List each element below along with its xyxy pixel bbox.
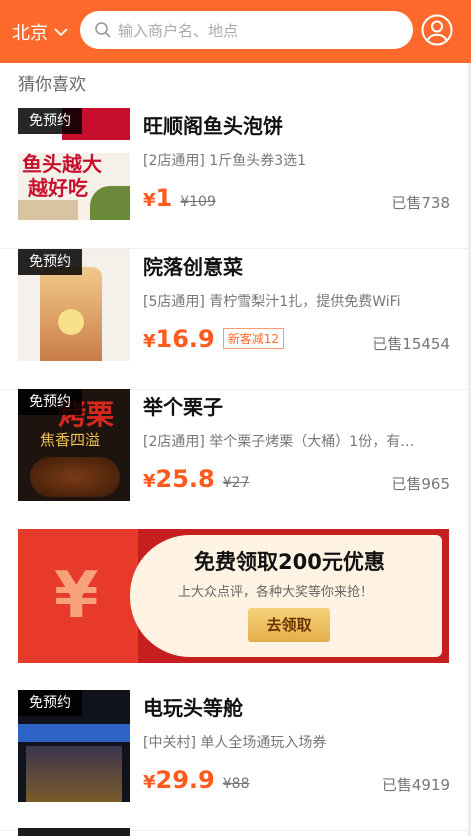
price-line: ¥29.9 ¥88	[143, 766, 249, 794]
price-line: ¥25.8 ¥27	[143, 465, 249, 493]
user-icon[interactable]	[421, 14, 453, 46]
sold-count: 已售15454	[372, 335, 450, 353]
list-item[interactable]: 鱼头越大 越好吃 免预约 旺顺阁鱼头泡饼 [2店通用] 1斤鱼头券3选1 ¥1 …	[0, 108, 468, 249]
yen-icon: ¥	[54, 559, 99, 633]
city-selector[interactable]: 北京	[12, 19, 69, 45]
list-item[interactable]: 免预约 电玩头等舱 [中关村] 单人全场通玩入场券 ¥29.9 ¥88 已售49…	[0, 690, 468, 831]
list-item[interactable]: 烤栗 焦香四溢 免预约 举个栗子 [2店通用] 举个栗子烤栗（大桶）1份，有… …	[0, 389, 468, 529]
deal-thumbnail: 免预约	[18, 249, 130, 361]
sold-count: 已售4919	[381, 776, 450, 794]
original-price: ¥109	[180, 194, 216, 210]
deal-desc: [5店通用] 青柠雪梨汁1扎，提供免费WiFi	[143, 294, 401, 310]
search-placeholder: 输入商户名、地点	[118, 21, 239, 40]
thumb-text: 越好吃	[28, 176, 88, 200]
deal-thumbnail: 烤栗 焦香四溢 免预约	[18, 389, 130, 501]
deal-name: 电玩头等舱	[143, 696, 243, 720]
banner-subtitle: 上大众点评，各种大奖等你来抢！	[178, 585, 374, 600]
next-item-thumbnail	[18, 828, 130, 836]
sold-count: 已售738	[391, 194, 450, 212]
search-icon	[95, 22, 111, 38]
arcade-sign-image	[18, 724, 130, 742]
plate-image	[18, 200, 78, 220]
deal-name: 旺顺阁鱼头泡饼	[143, 114, 283, 138]
price: ¥29.9	[143, 766, 215, 794]
deal-desc: [2店通用] 举个栗子烤栗（大桶）1份，有…	[143, 434, 415, 450]
deal-name: 院落创意菜	[143, 255, 243, 279]
no-reservation-tag: 免预约	[18, 690, 82, 716]
price: ¥16.9	[143, 325, 215, 353]
deal-name: 举个栗子	[143, 395, 223, 419]
deal-thumbnail: 鱼头越大 越好吃 免预约	[18, 108, 130, 220]
claim-button[interactable]: 去领取	[248, 608, 330, 642]
original-price: ¥27	[222, 475, 250, 491]
deal-desc: [中关村] 单人全场通玩入场券	[143, 735, 327, 751]
price: ¥25.8	[143, 465, 215, 493]
deal-desc: [2店通用] 1斤鱼头券3选1	[143, 153, 307, 169]
list-item[interactable]: 免预约 院落创意菜 [5店通用] 青柠雪梨汁1扎，提供免费WiFi ¥16.9 …	[0, 249, 468, 390]
no-reservation-tag: 免预约	[18, 249, 82, 275]
chestnut-bowl-image	[30, 457, 120, 497]
banner-title: 免费领取200元优惠	[194, 550, 385, 574]
city-label: 北京	[12, 23, 48, 44]
chevron-down-icon	[54, 28, 68, 37]
price: ¥1	[143, 184, 173, 212]
top-header: 北京 输入商户名、地点	[0, 0, 471, 63]
sold-count: 已售965	[391, 475, 450, 493]
arcade-entrance-image	[26, 746, 122, 802]
original-price: ¥88	[222, 776, 250, 792]
search-input[interactable]: 输入商户名、地点	[80, 11, 413, 49]
no-reservation-tag: 免预约	[18, 389, 82, 415]
fish-image	[90, 186, 130, 220]
no-reservation-tag: 免预约	[18, 108, 82, 134]
new-customer-coupon-badge: 新客减12	[222, 328, 285, 349]
price-line: ¥1 ¥109	[143, 184, 216, 212]
deal-thumbnail: 免预约	[18, 690, 130, 802]
section-title: 猜你喜欢	[18, 75, 86, 95]
lime-slice-image	[58, 309, 84, 335]
price-line: ¥16.9 新客减12	[143, 325, 285, 353]
promo-banner[interactable]: ¥ 免费领取200元优惠 上大众点评，各种大奖等你来抢！ 去领取	[18, 529, 449, 663]
thumb-text: 焦香四溢	[40, 431, 101, 449]
